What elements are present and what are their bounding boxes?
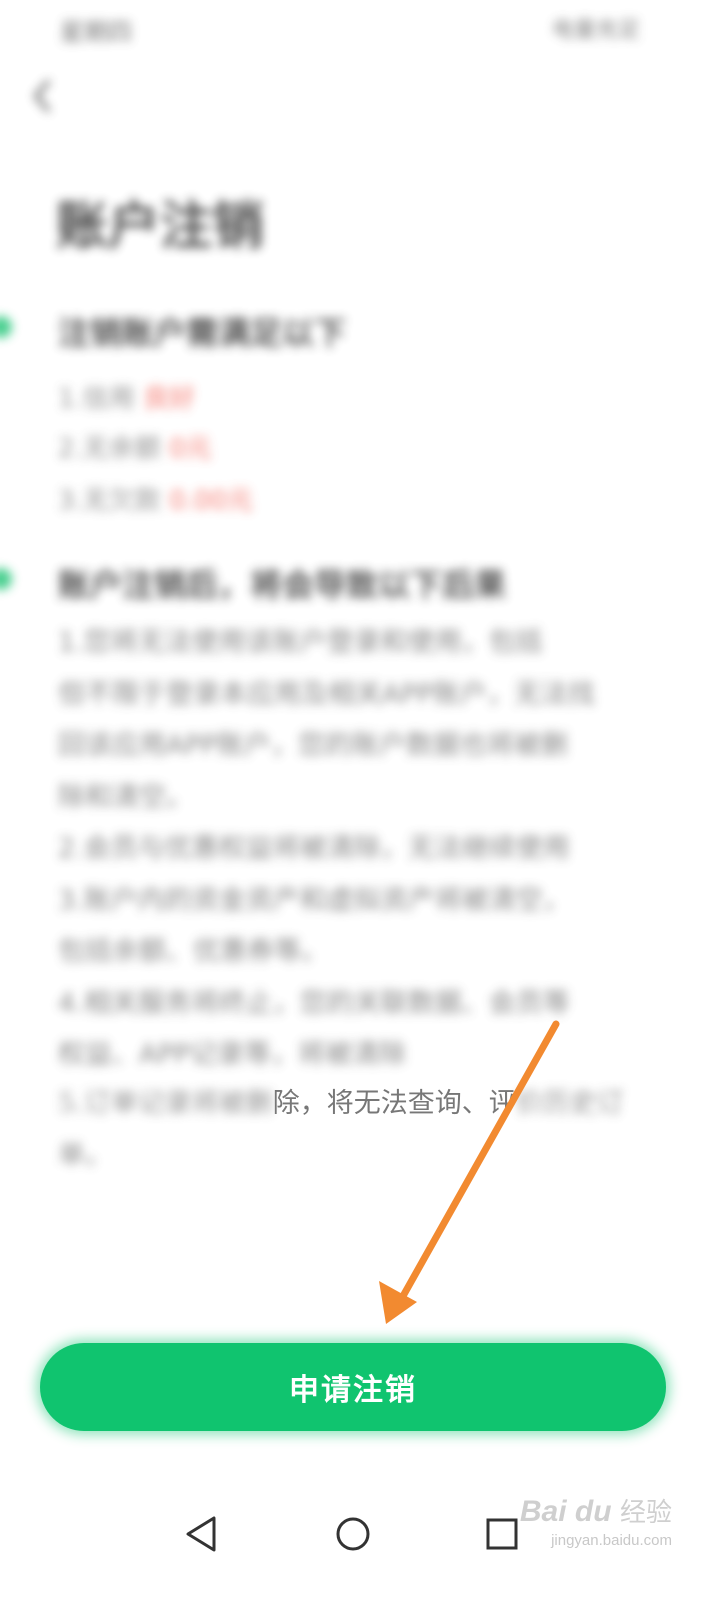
status-time: 星期四	[60, 18, 132, 46]
notice-line: 2.会员与优惠权益将被清除，无法继续使用	[58, 833, 570, 864]
back-button[interactable]	[22, 76, 62, 116]
notice-line: 回该应用APP账户，您的账户数据也将被删	[58, 730, 569, 761]
home-circle-icon	[336, 1517, 370, 1551]
page-title: 账户注销	[56, 197, 265, 257]
notice-last-line-tail: 价历史订	[515, 1088, 624, 1119]
notice-line: 包括余额、优惠券等。	[58, 936, 328, 967]
nav-home-button[interactable]	[323, 1504, 383, 1564]
condition-item: 2.无余额 0元	[58, 428, 212, 465]
nav-back-button[interactable]	[172, 1504, 232, 1564]
status-indicators: 电量充足	[551, 18, 640, 43]
watermark-url: jingyan.baidu.com	[551, 1532, 672, 1549]
watermark-logo: Bai du	[520, 1495, 612, 1529]
section-bullet-icon	[0, 568, 12, 590]
condition-value: 0元	[169, 434, 212, 464]
notice-title: 账户注销后，将会导致以下后果	[58, 566, 507, 604]
notice-line: 3.账户内的资金资产和虚拟资产将被清空，	[58, 884, 570, 916]
notice-last-line-continuation: 单。	[58, 1140, 112, 1171]
notice-last-line-blurred: 5.订单记录将被删	[58, 1088, 273, 1119]
notice-line: 1.您将无法使用该账户登录和使用，包括	[58, 627, 543, 658]
status-bar: 星期四 电量充足	[0, 0, 720, 56]
condition-label: 2.无余额	[58, 434, 170, 464]
section-bullet-icon	[0, 316, 12, 338]
back-triangle-icon	[186, 1516, 216, 1552]
conditions-title: 注销账户需满足以下	[58, 314, 347, 352]
notice-last-line-clear: 除，将无法查询、评	[272, 1088, 516, 1119]
notice-line: 除和清空。	[58, 781, 193, 813]
watermark-cn-text: 经验	[619, 1497, 672, 1527]
condition-value: 0.00元	[169, 486, 253, 516]
notice-body: 1.您将无法使用该账户登录和使用，包括 但不限于登录本应用及相关APP账户，无法…	[58, 617, 658, 1081]
recents-square-icon	[486, 1518, 518, 1550]
condition-label: 3.无欠款	[58, 486, 170, 516]
condition-value: 良好	[143, 384, 196, 414]
notice-line: 权益、APP记录等，将被清除	[58, 1039, 407, 1070]
condition-label: 1.信用	[58, 384, 144, 414]
condition-item: 1.信用 良好	[58, 378, 195, 415]
notice-line: 但不限于登录本应用及相关APP账户，无法找	[58, 678, 596, 710]
notice-line: 4.相关服务将终止，您的关联数据、会员等	[58, 987, 570, 1019]
notice-last-line: 5.订单记录将被删除，将无法查询、评价历史订	[58, 1086, 658, 1122]
apply-cancellation-button[interactable]: 申请注销	[40, 1343, 666, 1431]
apply-cancellation-label: 申请注销	[289, 1373, 417, 1408]
baidu-jingyan-watermark: Bai du 经验 jingyan.baidu.com	[520, 1492, 672, 1549]
condition-item: 3.无欠款 0.00元	[58, 480, 253, 517]
chevron-left-icon	[34, 80, 50, 112]
watermark-logo-text: Bai du	[519, 1495, 612, 1528]
